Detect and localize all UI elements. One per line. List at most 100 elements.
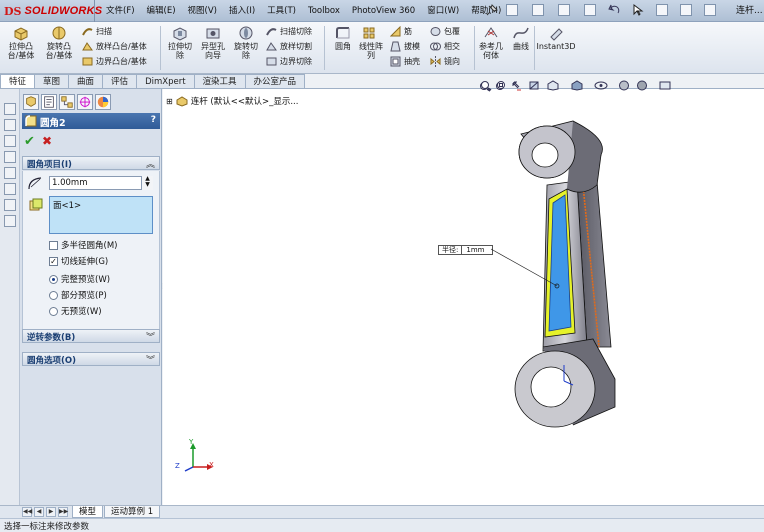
display-style-icon[interactable]	[570, 80, 584, 91]
full-preview-option[interactable]: 完整预览(W)	[49, 273, 110, 285]
print-icon[interactable]	[584, 4, 596, 16]
instant3d-button[interactable]: Instant3D	[536, 25, 576, 51]
tab-features[interactable]: 特征	[0, 74, 36, 89]
menu-tools[interactable]: 工具(T)	[261, 4, 302, 18]
reference-geometry-button[interactable]: 参考几 何体	[474, 25, 508, 60]
dimxpert-manager-tab-icon[interactable]	[77, 94, 93, 110]
radius-input[interactable]: 1.00mm	[49, 176, 153, 190]
shell-button[interactable]: 抽壳	[390, 55, 420, 68]
tab-surfaces[interactable]: 曲面	[68, 74, 104, 89]
open-icon[interactable]	[532, 4, 544, 16]
multi-radius-checkbox[interactable]	[49, 240, 58, 250]
edit-appearance-icon[interactable]	[618, 80, 630, 91]
options-icon[interactable]	[704, 4, 716, 16]
pin-icon[interactable]	[486, 4, 498, 16]
fillet-options-group-header[interactable]: 圆角选项(O) ︾	[22, 352, 160, 366]
tab-model[interactable]: 模型	[72, 506, 104, 518]
file-properties-icon[interactable]	[680, 4, 692, 16]
sweep-button[interactable]: 扫描	[82, 25, 112, 38]
tab-render-tools[interactable]: 渲染工具	[193, 74, 246, 89]
no-preview-radio[interactable]	[49, 306, 58, 316]
loft-boss-button[interactable]: 放样凸台/基体	[82, 40, 147, 53]
solidworks-logo[interactable]: DS SOLIDWORKS	[4, 4, 102, 18]
swept-cut-button[interactable]: 扫描切除	[266, 25, 312, 38]
graphics-area[interactable]: ⊞ 连杆 (默认<<默认>_显示... 半径: 1mm Y X Z	[163, 82, 764, 505]
chevron-down-icon[interactable]: ︾	[146, 330, 155, 343]
select-arrow-icon[interactable]	[632, 4, 644, 16]
tangent-propagation-option[interactable]: ✓ 切线延伸(G)	[49, 255, 108, 267]
revolve-boss-button[interactable]: 旋转凸 台/基体	[42, 25, 76, 60]
tab-office-products[interactable]: 办公室产品	[244, 74, 306, 89]
forum-icon[interactable]	[4, 215, 16, 227]
curves-button[interactable]: 曲线	[504, 25, 538, 51]
appearances-icon[interactable]	[4, 167, 16, 179]
custom-properties-icon[interactable]	[4, 183, 16, 195]
selected-face-item[interactable]: 面<1>	[53, 201, 81, 211]
save-icon[interactable]	[558, 4, 570, 16]
extrude-cut-button[interactable]: 拉伸切 除	[163, 25, 197, 60]
first-tab-button[interactable]: ◀◀	[22, 507, 32, 517]
zoom-to-area-icon[interactable]	[496, 80, 508, 91]
help-button[interactable]: ?	[151, 115, 156, 125]
undo-icon[interactable]	[608, 4, 620, 16]
next-tab-button[interactable]: ▶	[46, 507, 56, 517]
zoom-to-fit-icon[interactable]	[480, 80, 492, 91]
no-preview-option[interactable]: 无预览(W)	[49, 305, 102, 317]
file-explorer-icon[interactable]	[4, 135, 16, 147]
menu-edit[interactable]: 编辑(E)	[141, 4, 182, 18]
rebuild-icon[interactable]	[656, 4, 668, 16]
menu-window[interactable]: 窗口(W)	[421, 4, 465, 18]
resources-icon[interactable]	[4, 103, 16, 115]
loft-cut-button[interactable]: 放样切割	[266, 40, 312, 53]
draft-button[interactable]: 拔模	[390, 40, 420, 53]
tab-dimxpert[interactable]: DimXpert	[136, 74, 195, 89]
menu-view[interactable]: 视图(V)	[182, 4, 223, 18]
tab-evaluate[interactable]: 评估	[102, 74, 138, 89]
fillet-items-group-header[interactable]: 圆角项目(I) ︽	[22, 156, 160, 170]
view-settings-icon[interactable]	[658, 80, 672, 91]
extrude-boss-button[interactable]: 拉伸凸 台/基体	[4, 25, 38, 60]
selection-list[interactable]: 面<1>	[49, 196, 153, 234]
apply-scene-icon[interactable]	[636, 80, 648, 91]
feature-manager-tab-icon[interactable]	[23, 94, 39, 110]
tangent-propagation-checkbox[interactable]: ✓	[49, 256, 58, 266]
connecting-rod-model[interactable]	[163, 89, 764, 505]
chevron-down-icon[interactable]: ︾	[146, 353, 155, 366]
mirror-button[interactable]: 镜向	[430, 55, 460, 68]
intersect-button[interactable]: 相交	[430, 40, 460, 53]
section-view-icon[interactable]	[528, 80, 540, 91]
display-manager-tab-icon[interactable]	[95, 94, 111, 110]
cancel-button[interactable]: ✖	[42, 134, 52, 148]
property-manager-tab-icon[interactable]	[41, 94, 57, 110]
previous-tab-button[interactable]: ◀	[34, 507, 44, 517]
boundary-cut-button[interactable]: 边界切除	[266, 55, 312, 68]
tab-motion-study[interactable]: 运动算例 1	[104, 506, 161, 518]
chevron-up-icon[interactable]: ︽	[146, 157, 155, 170]
new-document-icon[interactable]	[506, 4, 518, 16]
menu-toolbox[interactable]: Toolbox	[302, 4, 346, 18]
radius-spinner[interactable]: ▲ ▼	[141, 176, 153, 190]
view-orientation-icon[interactable]	[546, 80, 560, 91]
menu-file[interactable]: 文件(F)	[100, 4, 141, 18]
tab-sketch[interactable]: 草图	[34, 74, 70, 89]
previous-view-icon[interactable]	[512, 80, 524, 91]
menu-photoview[interactable]: PhotoView 360	[346, 4, 421, 18]
last-tab-button[interactable]: ▶▶	[58, 507, 68, 517]
view-palette-icon[interactable]	[4, 151, 16, 163]
revolve-cut-button[interactable]: 旋转切 除	[229, 25, 263, 60]
partial-preview-radio[interactable]	[49, 290, 58, 300]
wrap-button[interactable]: 包覆	[430, 25, 460, 38]
linear-pattern-button[interactable]: 线性阵 列	[354, 25, 388, 60]
tools-icon[interactable]	[4, 199, 16, 211]
hide-show-items-icon[interactable]	[594, 80, 608, 91]
configuration-manager-tab-icon[interactable]	[59, 94, 75, 110]
design-library-icon[interactable]	[4, 119, 16, 131]
full-preview-radio[interactable]	[49, 274, 58, 284]
rib-button[interactable]: 筋	[390, 25, 412, 38]
ok-button[interactable]: ✔	[24, 134, 35, 149]
multi-radius-option[interactable]: 多半径圆角(M)	[49, 239, 117, 251]
hole-wizard-button[interactable]: 异型孔 向导	[196, 25, 230, 60]
menu-insert[interactable]: 插入(I)	[223, 4, 261, 18]
partial-preview-option[interactable]: 部分预览(P)	[49, 289, 107, 301]
boundary-boss-button[interactable]: 边界凸台/基体	[82, 55, 147, 68]
